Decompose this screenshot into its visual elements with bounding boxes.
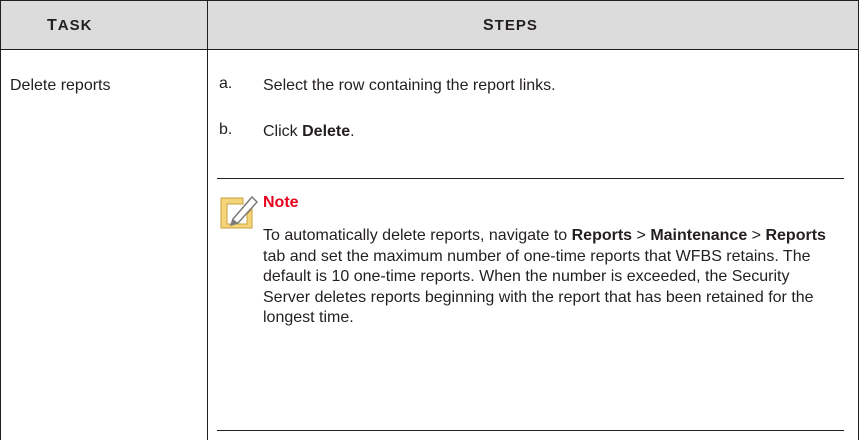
column-divider (207, 0, 208, 440)
task-cell: Delete reports (10, 77, 111, 94)
step-b-text: Click Delete. (263, 123, 355, 140)
note-title: Note (263, 194, 299, 211)
task-steps-table: TASK STEPS Delete reports a. Select the … (0, 0, 859, 440)
step-a-letter: a. (219, 75, 233, 92)
steps-column-header: STEPS (483, 17, 538, 34)
note-bottom-rule (217, 430, 844, 431)
note-top-rule (217, 178, 844, 179)
note-pencil-icon (220, 195, 259, 229)
table-top-border (0, 0, 859, 1)
table-left-border (0, 0, 1, 440)
task-column-header: TASK (47, 17, 93, 34)
header-bottom-border (0, 49, 859, 50)
step-a-text: Select the row containing the report lin… (263, 77, 556, 94)
table-header (1, 1, 858, 49)
step-b-letter: b. (219, 121, 233, 138)
note-body: To automatically delete reports, navigat… (263, 227, 826, 327)
